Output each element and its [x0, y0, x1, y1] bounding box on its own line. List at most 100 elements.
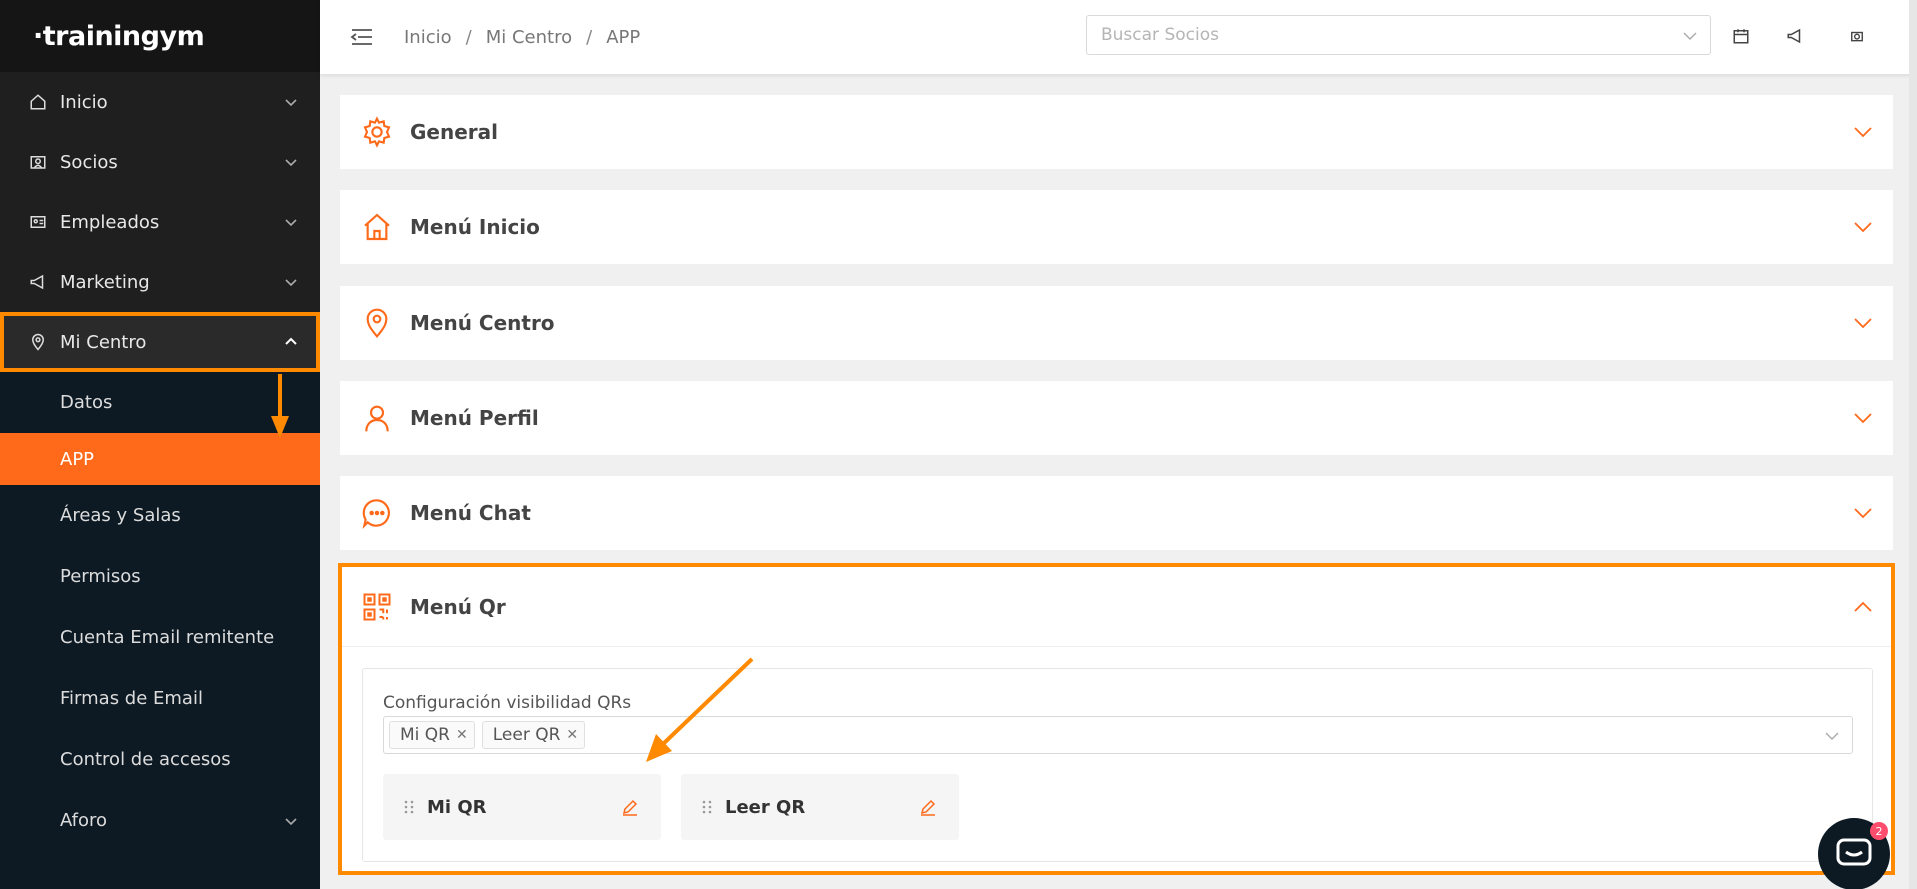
panel-general[interactable]: General [340, 95, 1893, 169]
chevron-down-icon [1683, 32, 1697, 40]
qr-item-name: Mi QR [427, 796, 487, 818]
panel-title: Menú Centro [410, 311, 555, 335]
panel-menu-perfil[interactable]: Menú Perfil [340, 381, 1893, 455]
drag-handle-icon[interactable] [701, 799, 713, 815]
sidebar-subitem-areas-salas[interactable]: Áreas y Salas [0, 485, 320, 546]
panel-title: Menú Perfil [410, 406, 539, 430]
search-members-select[interactable]: Buscar Socios [1086, 15, 1711, 55]
megaphone-icon [28, 272, 48, 292]
search-placeholder: Buscar Socios [1101, 25, 1219, 45]
chevron-down-icon [285, 159, 297, 167]
qr-item-name: Leer QR [725, 796, 806, 818]
chevron-down-icon [285, 219, 297, 227]
chevron-up-icon[interactable] [1853, 597, 1873, 617]
qr-item-card[interactable]: Mi QR [383, 774, 661, 840]
breadcrumb-separator: / [465, 26, 472, 48]
sidebar-item-empleados[interactable]: Empleados [0, 192, 320, 252]
chevron-down-icon[interactable] [1853, 408, 1873, 428]
location-pin-icon [28, 332, 48, 352]
calendar-icon[interactable] [1731, 26, 1751, 46]
breadcrumb-separator: / [586, 26, 593, 48]
panel-header[interactable]: Menú Qr [342, 567, 1891, 647]
id-card-icon [28, 212, 48, 232]
field-label: Configuración visibilidad QRs [383, 693, 632, 713]
drag-handle-icon[interactable] [403, 799, 415, 815]
remove-tag-icon[interactable]: ✕ [566, 727, 578, 743]
qr-visibility-multiselect[interactable]: Mi QR ✕ Leer QR ✕ [383, 716, 1853, 754]
edit-pencil-icon[interactable] [919, 798, 937, 816]
sidebar-subitem-app[interactable]: APP [0, 433, 320, 485]
sidebar-item-marketing[interactable]: Marketing [0, 252, 320, 312]
notification-badge: 2 [1870, 822, 1888, 840]
sidebar-item-label: Marketing [60, 271, 150, 293]
breadcrumb-item-current: APP [606, 26, 641, 48]
chevron-down-icon[interactable] [1853, 503, 1873, 523]
sidebar-subitem-label: Control de accesos [60, 749, 231, 770]
sidebar-item-inicio[interactable]: Inicio [0, 72, 320, 132]
breadcrumb-item[interactable]: Mi Centro [486, 27, 572, 48]
sidebar-subitem-control-accesos[interactable]: Control de accesos [0, 729, 320, 790]
sidebar-item-label: Inicio [60, 91, 108, 113]
qr-visibility-card: Configuración visibilidad QRs Mi QR ✕ Le… [362, 668, 1873, 862]
gear-icon [360, 115, 394, 149]
sidebar-subitem-label: APP [60, 448, 95, 470]
sidebar-subitem-label: Firmas de Email [60, 688, 203, 709]
sidebar-subitem-datos[interactable]: Datos [0, 372, 320, 433]
chevron-down-icon[interactable] [1853, 122, 1873, 142]
app-logo[interactable]: ·trainingym [33, 21, 205, 52]
sidebar-item-mi-centro[interactable]: Mi Centro [0, 312, 320, 372]
members-icon [28, 152, 48, 172]
sidebar-subitem-firmas-email[interactable]: Firmas de Email [0, 668, 320, 729]
panel-title: Menú Inicio [410, 215, 540, 239]
sidebar: ·trainingym Inicio Socios Empleados Mark… [0, 0, 320, 889]
sidebar-subitem-label: Permisos [60, 566, 141, 587]
selected-tag: Leer QR ✕ [481, 721, 586, 749]
panel-menu-chat[interactable]: Menú Chat [340, 476, 1893, 550]
logo-area: ·trainingym [0, 0, 320, 72]
sidebar-item-label: Socios [60, 151, 118, 173]
chevron-down-icon [1825, 732, 1839, 740]
home-icon [28, 92, 48, 112]
qr-item-card[interactable]: Leer QR [681, 774, 959, 840]
sidebar-item-label: Mi Centro [60, 331, 147, 353]
megaphone-icon[interactable] [1785, 26, 1805, 46]
chevron-down-icon[interactable] [1853, 313, 1873, 333]
chevron-down-icon[interactable] [1853, 217, 1873, 237]
sidebar-subitem-permisos[interactable]: Permisos [0, 546, 320, 607]
sidebar-subitem-cuenta-email[interactable]: Cuenta Email remitente [0, 607, 320, 668]
breadcrumb-item[interactable]: Inicio [404, 27, 452, 48]
panel-title: Menú Chat [410, 501, 531, 525]
panel-menu-inicio[interactable]: Menú Inicio [340, 190, 1893, 264]
chevron-down-icon [285, 817, 297, 825]
sidebar-subitem-aforo[interactable]: Aforo [0, 790, 320, 851]
scrollbar[interactable] [1909, 0, 1917, 889]
edit-pencil-icon[interactable] [621, 798, 639, 816]
chevron-down-icon [285, 279, 297, 287]
selected-tag: Mi QR ✕ [389, 721, 475, 749]
tag-label: Mi QR [400, 725, 450, 745]
sidebar-subitem-label: Cuenta Email remitente [60, 627, 275, 648]
qr-code-icon [360, 590, 394, 624]
home-icon [360, 210, 394, 244]
menu-collapse-icon[interactable] [350, 27, 374, 47]
chevron-up-icon [285, 337, 297, 345]
sidebar-subitem-label: Áreas y Salas [60, 505, 181, 526]
chat-bubble-icon [360, 496, 394, 530]
camera-icon[interactable] [1847, 26, 1867, 46]
sidebar-item-label: Empleados [60, 211, 160, 233]
location-pin-icon [360, 306, 394, 340]
sidebar-subitem-label: Aforo [60, 810, 108, 831]
panel-title: Menú Qr [410, 594, 506, 619]
sidebar-subitem-label: Datos [60, 392, 113, 413]
user-icon [360, 401, 394, 435]
panel-title: General [410, 120, 498, 144]
panel-menu-centro[interactable]: Menú Centro [340, 286, 1893, 360]
remove-tag-icon[interactable]: ✕ [456, 727, 468, 743]
sidebar-main-nav: Inicio Socios Empleados Marketing Mi Cen… [0, 72, 320, 372]
breadcrumb: Inicio / Mi Centro / APP [404, 27, 640, 48]
tag-label: Leer QR [492, 725, 561, 745]
sidebar-item-socios[interactable]: Socios [0, 132, 320, 192]
chevron-down-icon [285, 99, 297, 107]
top-header: Inicio / Mi Centro / APP Buscar Socios [320, 0, 1917, 74]
panel-menu-qr: Menú Qr Configuración visibilidad QRs Mi… [338, 563, 1895, 875]
